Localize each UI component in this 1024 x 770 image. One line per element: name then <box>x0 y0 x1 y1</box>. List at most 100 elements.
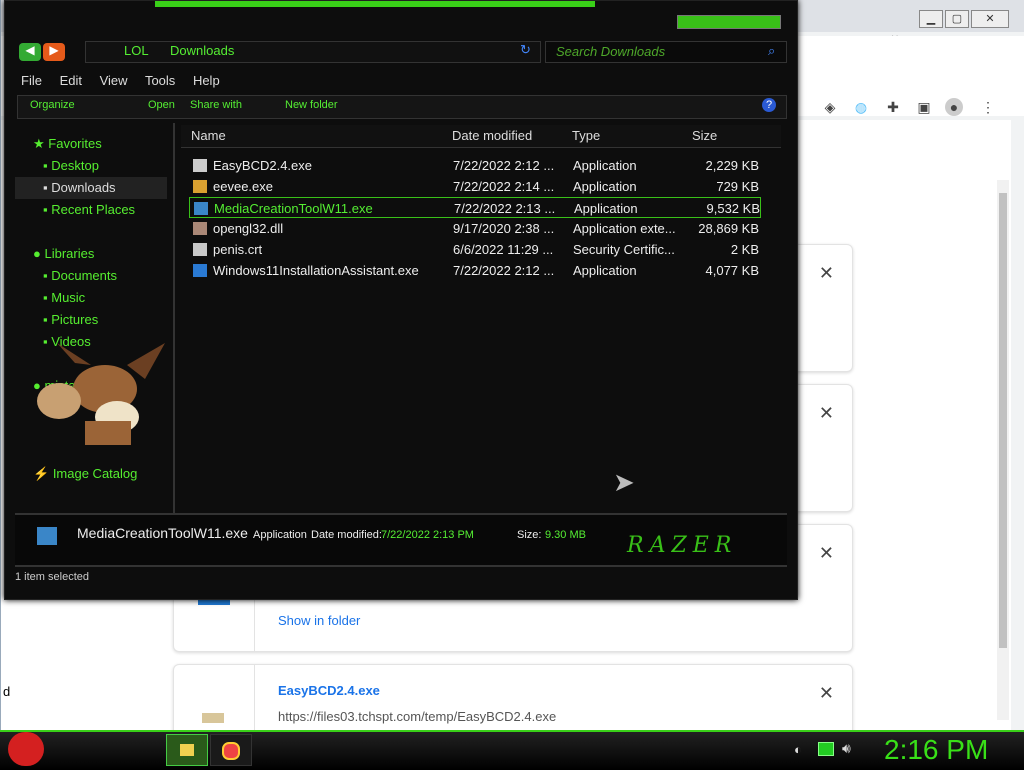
organize-button[interactable]: Organize <box>30 99 75 111</box>
table-row[interactable]: opengl32.dll 9/17/2020 2:38 ... Applicatio… <box>189 218 761 239</box>
menu-file[interactable]: File <box>21 73 42 88</box>
nav-libraries[interactable]: ● Libraries <box>33 243 94 265</box>
table-row[interactable]: penis.crt 6/6/2022 11:29 ... Security Cert… <box>189 239 761 260</box>
maximize-button[interactable]: ▢ <box>945 10 969 28</box>
chrome-taskbar-button[interactable] <box>210 734 252 766</box>
nav-downloads[interactable]: ▪ Downloads <box>15 177 167 199</box>
window-controls[interactable] <box>677 15 781 29</box>
details-size-label: Size: <box>517 529 542 541</box>
menu-edit[interactable]: Edit <box>60 73 82 88</box>
file-date: 7/22/2022 2:13 ... <box>454 201 556 216</box>
nav-music-label: Music <box>51 290 86 305</box>
menu-bar: File Edit View Tools Help <box>21 73 801 93</box>
details-date: 7/22/2022 2:13 PM <box>381 529 474 541</box>
menu-view[interactable]: View <box>100 73 128 88</box>
file-icon <box>193 222 207 235</box>
show-in-folder-link[interactable]: Show in folder <box>278 613 360 628</box>
file-icon <box>194 202 208 215</box>
folder-icon <box>180 744 194 756</box>
address-bar[interactable]: LOL Downloads ↻ <box>85 41 541 63</box>
nav-downloads-label: Downloads <box>51 180 116 195</box>
nav-desktop-label: Desktop <box>51 158 99 173</box>
file-icon <box>37 527 57 545</box>
table-row[interactable]: MediaCreationToolW11.exe 7/22/2022 2:13 .… <box>189 197 761 218</box>
nav-documents-label: Documents <box>51 268 117 283</box>
file-name: EasyBCD2.4.exe <box>213 158 312 173</box>
file-size: 729 KB <box>716 179 759 194</box>
remove-download-icon[interactable]: ✕ <box>819 263 834 284</box>
nav-recent-places[interactable]: ▪ Recent Places <box>43 199 135 221</box>
column-header-date[interactable]: Date modified <box>452 126 532 146</box>
file-type: Security Certific... <box>573 242 675 257</box>
file-type: Application exte... <box>573 221 676 236</box>
download-card: EasyBCD2.4.exe https://files03.tchspt.co… <box>173 664 853 736</box>
network-icon[interactable]: ◐ <box>794 742 802 757</box>
file-date: 7/22/2022 2:12 ... <box>453 158 555 173</box>
file-icon <box>193 243 207 256</box>
menu-help[interactable]: Help <box>193 73 220 88</box>
forward-button[interactable]: ▶ <box>43 43 65 61</box>
chrome-menu-icon[interactable]: ⋮ <box>979 98 997 116</box>
back-button[interactable]: ◀ <box>19 43 41 61</box>
file-type: Application <box>573 179 637 194</box>
refresh-icon[interactable]: ↻ <box>520 42 531 58</box>
nav-image-catalog[interactable]: ⚡ Image Catalog <box>33 463 137 485</box>
display-icon[interactable] <box>818 742 834 756</box>
column-header-type[interactable]: Type <box>572 126 600 146</box>
column-header-name[interactable]: Name <box>191 126 226 146</box>
extension-icon[interactable]: ◍ <box>852 98 870 116</box>
share-with-button[interactable]: Share with <box>190 99 242 111</box>
menu-tools[interactable]: Tools <box>145 73 175 88</box>
breadcrumb-downloads[interactable]: Downloads <box>170 43 234 58</box>
side-panel-icon[interactable]: ▣ <box>915 98 933 116</box>
file-type: Application <box>573 158 637 173</box>
file-name: penis.crt <box>213 242 263 257</box>
minimize-button[interactable]: ▁ <box>919 10 943 28</box>
nav-pictures[interactable]: ▪ Pictures <box>43 309 98 331</box>
volume-icon[interactable]: 🔊︎ <box>842 740 851 757</box>
close-window-button[interactable]: ✕ <box>971 10 1009 28</box>
table-row[interactable]: Windows11InstallationAssistant.exe 7/22/2… <box>189 260 761 281</box>
nav-desktop[interactable]: ▪ Desktop <box>43 155 99 177</box>
download-url: https://files03.tchspt.com/temp/EasyBCD2… <box>278 709 557 724</box>
file-name: Windows11InstallationAssistant.exe <box>213 263 419 278</box>
card-divider <box>254 665 255 735</box>
help-icon[interactable]: ? <box>762 98 776 112</box>
remove-download-icon[interactable]: ✕ <box>819 683 834 704</box>
search-box[interactable]: Search Downloads ⌕ <box>545 41 787 63</box>
nav-documents[interactable]: ▪ Documents <box>43 265 117 287</box>
remove-download-icon[interactable]: ✕ <box>819 403 834 424</box>
nav-favorites[interactable]: ★ Favorites <box>33 133 102 155</box>
file-icon <box>193 264 207 277</box>
new-folder-button[interactable]: New folder <box>285 99 338 111</box>
file-date: 6/6/2022 11:29 ... <box>453 242 554 257</box>
command-bar: Organize Open Share with New folder ? <box>17 95 787 119</box>
scrollbar-thumb[interactable] <box>999 193 1007 648</box>
file-type: Application <box>574 201 638 216</box>
profile-avatar[interactable]: ● <box>945 98 963 116</box>
file-size: 28,869 KB <box>698 221 759 236</box>
file-date: 7/22/2022 2:12 ... <box>453 263 555 278</box>
title-glow <box>155 1 595 7</box>
clock[interactable]: 2:16 PM <box>884 734 988 766</box>
table-row[interactable]: EasyBCD2.4.exe 7/22/2022 2:12 ... Applicat… <box>189 155 761 176</box>
status-bar-text: 1 item selected <box>15 571 89 583</box>
column-header-size[interactable]: Size <box>692 126 717 146</box>
extension-icon[interactable]: ◈ <box>821 98 839 116</box>
file-size: 2,229 KB <box>705 158 760 173</box>
download-file-link[interactable]: EasyBCD2.4.exe <box>278 683 380 698</box>
nav-music[interactable]: ▪ Music <box>43 287 85 309</box>
breadcrumb-lol[interactable]: LOL <box>124 43 149 58</box>
start-button[interactable] <box>8 732 44 766</box>
extensions-puzzle-icon[interactable]: ✚ <box>884 98 902 116</box>
open-button[interactable]: Open <box>148 99 175 111</box>
search-icon: ⌕ <box>768 43 776 58</box>
file-icon <box>202 713 224 723</box>
remove-download-icon[interactable]: ✕ <box>819 543 834 564</box>
file-icon <box>193 159 207 172</box>
desktop-text-fragment: d <box>3 684 11 699</box>
explorer-taskbar-button[interactable] <box>166 734 208 766</box>
table-row[interactable]: eevee.exe 7/22/2022 2:14 ... Application 72… <box>189 176 761 197</box>
file-list: Name Date modified Type Size EasyBCD2.4.… <box>173 123 789 513</box>
file-type: Application <box>573 263 637 278</box>
